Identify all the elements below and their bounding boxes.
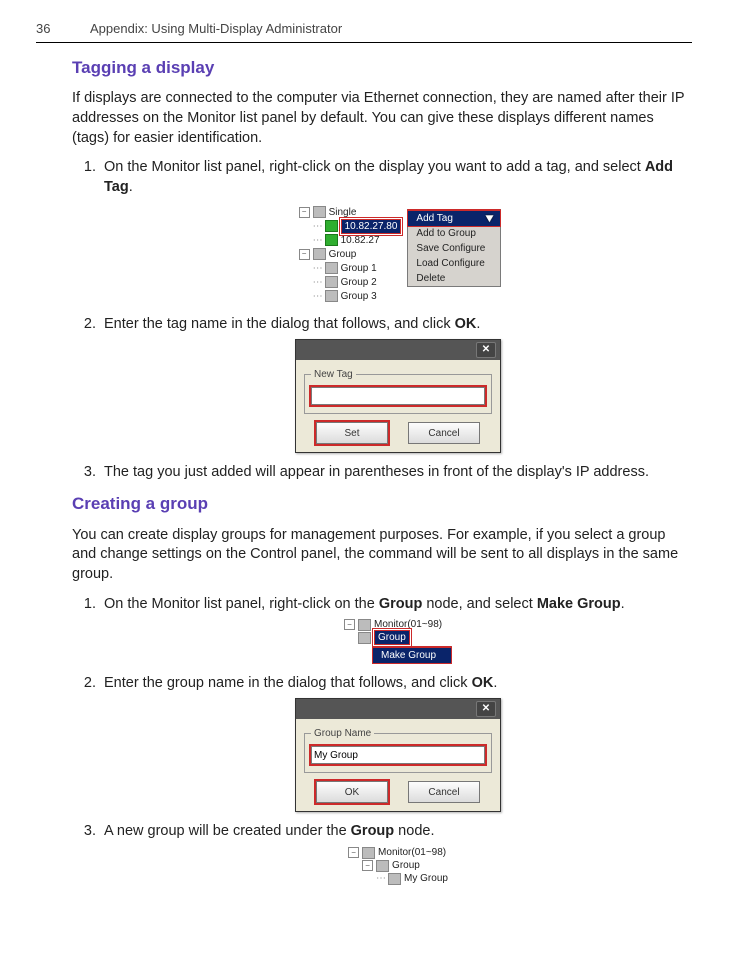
tag-name-input[interactable] — [311, 387, 485, 405]
figure-add-tag: −Single ⋯10.82.27.80 ⋯10.82.27 −Group ⋯G… — [295, 203, 502, 305]
tree-item[interactable]: Group 2 — [341, 276, 377, 290]
s2-step3: A new group will be created under the Gr… — [100, 822, 692, 887]
group-icon — [313, 248, 326, 260]
group-icon — [325, 262, 338, 274]
tree-item-selected[interactable]: 10.82.27.80 — [341, 219, 402, 235]
menu-load-configure[interactable]: Load Configure — [408, 256, 500, 271]
display-icon — [325, 220, 338, 232]
menu-delete[interactable]: Delete — [408, 271, 500, 286]
tree-item[interactable]: 10.82.27 — [341, 234, 380, 248]
dialog-new-tag: ✕ New Tag Set Cancel — [295, 339, 501, 454]
s1-step3: The tag you just added will appear in pa… — [100, 463, 692, 483]
monitor-icon — [313, 206, 326, 218]
collapse-icon[interactable]: − — [362, 860, 373, 871]
menu-save-configure[interactable]: Save Configure — [408, 241, 500, 256]
display-icon — [325, 234, 338, 246]
monitor-icon — [362, 847, 375, 859]
s2-step1: On the Monitor list panel, right-click o… — [100, 595, 692, 665]
fieldset-legend: Group Name — [311, 727, 374, 741]
monitor-tree: −Single ⋯10.82.27.80 ⋯10.82.27 −Group ⋯G… — [295, 203, 406, 305]
cancel-button[interactable]: Cancel — [408, 781, 480, 803]
collapse-icon[interactable]: − — [299, 249, 310, 260]
group-icon — [325, 290, 338, 302]
chapter-title: Appendix: Using Multi-Display Administra… — [90, 20, 342, 38]
collapse-icon[interactable]: − — [299, 207, 310, 218]
figure-make-group: −Monitor(01~98) Group Make Group — [344, 618, 452, 664]
group-icon — [388, 873, 401, 885]
context-menu: Add Tag Add to Group Save Configure Load… — [407, 209, 501, 287]
group-name-input[interactable] — [311, 746, 485, 764]
close-icon[interactable]: ✕ — [476, 701, 496, 717]
context-menu: Make Group — [372, 646, 452, 664]
figure-group-result: −Monitor(01~98) −Group ⋯My Group — [348, 846, 448, 885]
tree-item[interactable]: Group 1 — [341, 262, 377, 276]
collapse-icon[interactable]: − — [348, 847, 359, 858]
tree-item[interactable]: Group 3 — [341, 290, 377, 304]
monitor-icon — [358, 619, 371, 631]
group-icon — [325, 276, 338, 288]
group-icon — [358, 632, 371, 644]
collapse-icon[interactable]: − — [344, 619, 355, 630]
menu-add-to-group[interactable]: Add to Group — [408, 226, 500, 241]
tree-item[interactable]: My Group — [404, 872, 448, 886]
s1-step1: On the Monitor list panel, right-click o… — [100, 158, 692, 305]
s2-step2: Enter the group name in the dialog that … — [100, 674, 692, 812]
set-button[interactable]: Set — [316, 422, 388, 444]
intro-tagging: If displays are connected to the compute… — [72, 89, 692, 148]
tree-item[interactable]: Group — [392, 859, 420, 873]
cancel-button[interactable]: Cancel — [408, 422, 480, 444]
header-rule — [36, 42, 692, 43]
section-heading-group: Creating a group — [72, 493, 692, 516]
group-icon — [376, 860, 389, 872]
fieldset-legend: New Tag — [311, 368, 356, 382]
page-number: 36 — [36, 20, 60, 38]
ok-button[interactable]: OK — [316, 781, 388, 803]
close-icon[interactable]: ✕ — [476, 342, 496, 358]
tree-item-group[interactable]: Group — [374, 630, 410, 646]
s1-step2: Enter the tag name in the dialog that fo… — [100, 315, 692, 453]
section-heading-tagging: Tagging a display — [72, 57, 692, 80]
intro-group: You can create display groups for manage… — [72, 526, 692, 585]
dialog-group-name: ✕ Group Name OK Cancel — [295, 698, 501, 813]
menu-make-group[interactable]: Make Group — [372, 647, 452, 664]
